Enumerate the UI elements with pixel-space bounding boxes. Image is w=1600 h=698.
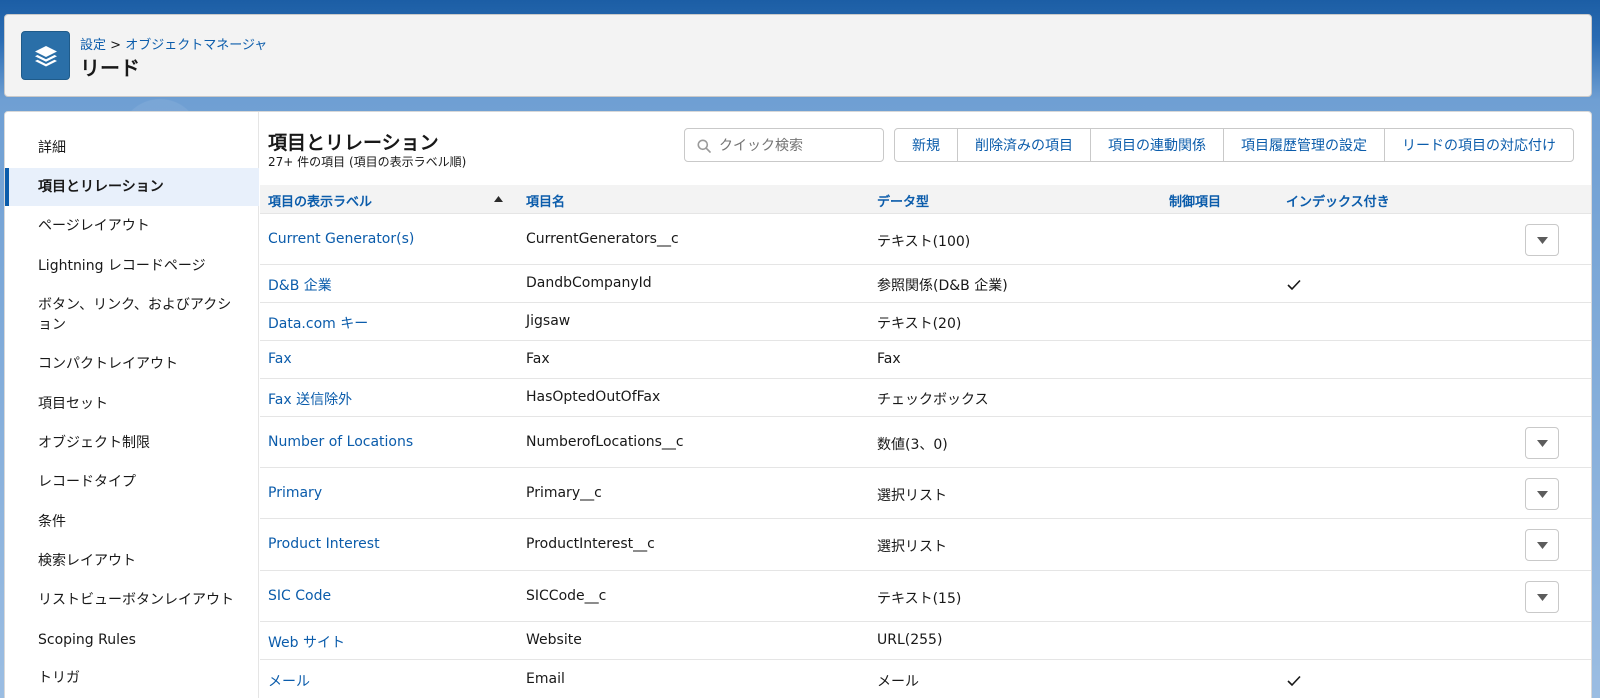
- table-row: Current Generator(s) CurrentGenerators__c…: [260, 214, 1591, 265]
- row-actions-button[interactable]: [1525, 427, 1559, 459]
- sidebar-item-buttons-links-actions[interactable]: ボタン、リンク、およびアクション: [5, 295, 259, 335]
- table-header: 項目の表示ラベル 項目名 データ型 制御項目 インデックス付き: [260, 185, 1591, 214]
- table-row: Primary Primary__c 選択リスト: [260, 468, 1591, 519]
- breadcrumb-separator: >: [110, 38, 122, 53]
- field-dependencies-button[interactable]: 項目の連動関係: [1091, 129, 1224, 161]
- sidebar: 詳細 項目とリレーション ページレイアウト Lightning レコードページ …: [5, 112, 259, 698]
- sidebar-item-compact-layouts[interactable]: コンパクトレイアウト: [5, 354, 259, 374]
- table-row: D&B 企業 DandbCompanyId 参照関係(D&B 企業): [260, 265, 1591, 303]
- page-header: 設定 > オブジェクトマネージャ リード: [4, 14, 1592, 97]
- field-data-type: Fax: [877, 351, 901, 367]
- field-data-type: URL(255): [877, 632, 943, 648]
- sidebar-item-list-view-button-layout[interactable]: リストビューボタンレイアウト: [5, 590, 259, 610]
- sidebar-item-scoping-rules[interactable]: Scoping Rules: [5, 630, 259, 650]
- chevron-down-icon: [1536, 236, 1548, 244]
- field-data-type: 参照関係(D&B 企業): [877, 278, 1008, 294]
- set-history-tracking-button[interactable]: 項目履歴管理の設定: [1224, 129, 1385, 161]
- field-api-name: Email: [526, 671, 565, 687]
- layers-icon: [21, 31, 70, 80]
- quick-search: [684, 128, 884, 162]
- sidebar-item-lightning-record-pages[interactable]: Lightning レコードページ: [5, 256, 259, 276]
- field-label-link[interactable]: D&B 企業: [268, 275, 332, 295]
- sidebar-item-triggers[interactable]: トリガ: [5, 668, 259, 688]
- field-label-link[interactable]: Primary: [268, 485, 322, 501]
- breadcrumb: 設定 > オブジェクトマネージャ: [80, 34, 267, 53]
- table-row: SIC Code SICCode__c テキスト(15): [260, 571, 1591, 622]
- field-data-type: 選択リスト: [877, 488, 947, 504]
- quick-search-input[interactable]: [719, 136, 879, 156]
- breadcrumb-object-manager-link[interactable]: オブジェクトマネージャ: [125, 38, 267, 53]
- fields-relationships-panel: 項目とリレーション 27+ 件の項目 (項目の表示ラベル順) 新規 削除済みの項…: [260, 112, 1591, 698]
- field-data-type: チェックボックス: [877, 392, 989, 408]
- field-api-name: HasOptedOutOfFax: [526, 389, 661, 405]
- field-label-link[interactable]: メール: [268, 671, 310, 691]
- field-label-link[interactable]: SIC Code: [268, 588, 331, 604]
- column-header-indexed[interactable]: インデックス付き: [1286, 191, 1390, 210]
- field-api-name: ProductInterest__c: [526, 536, 655, 552]
- sidebar-item-record-types[interactable]: レコードタイプ: [5, 472, 259, 492]
- field-api-name: SICCode__c: [526, 588, 607, 604]
- sidebar-item-details[interactable]: 詳細: [5, 138, 259, 158]
- field-data-type: メール: [877, 674, 919, 690]
- column-header-label[interactable]: 項目の表示ラベル: [268, 191, 372, 210]
- field-api-name: Jigsaw: [526, 313, 571, 329]
- field-label-link[interactable]: Fax 送信除外: [268, 389, 352, 409]
- chevron-down-icon: [1536, 541, 1548, 549]
- row-actions-button[interactable]: [1525, 529, 1559, 561]
- field-label-link[interactable]: Data.com キー: [268, 313, 368, 333]
- row-actions-button[interactable]: [1525, 478, 1559, 510]
- map-lead-fields-button[interactable]: リードの項目の対応付け: [1385, 129, 1573, 161]
- sidebar-item-fields-relationships[interactable]: 項目とリレーション: [5, 168, 259, 206]
- field-data-type: テキスト(100): [877, 234, 971, 250]
- check-icon: [1287, 279, 1301, 291]
- toolbar-button-group: 新規 削除済みの項目 項目の連動関係 項目履歴管理の設定 リードの項目の対応付け: [894, 128, 1574, 162]
- section-subtitle: 27+ 件の項目 (項目の表示ラベル順): [268, 155, 467, 169]
- sidebar-item-conditions[interactable]: 条件: [5, 512, 259, 532]
- field-data-type: 数値(3、0): [877, 437, 948, 453]
- check-icon: [1287, 675, 1301, 687]
- column-header-field-name[interactable]: 項目名: [526, 191, 565, 210]
- field-api-name: NumberofLocations__c: [526, 434, 684, 450]
- field-data-type: テキスト(20): [877, 316, 962, 332]
- page-title: リード: [80, 56, 140, 80]
- row-actions-button[interactable]: [1525, 224, 1559, 256]
- table-row: Fax Fax Fax: [260, 341, 1591, 379]
- new-button[interactable]: 新規: [895, 129, 958, 161]
- main-panel: 詳細 項目とリレーション ページレイアウト Lightning レコードページ …: [4, 111, 1592, 698]
- sort-ascending-icon: [494, 196, 503, 202]
- table-row: Product Interest ProductInterest__c 選択リスト: [260, 519, 1591, 571]
- sidebar-item-object-limits[interactable]: オブジェクト制限: [5, 433, 259, 453]
- table-row: Data.com キー Jigsaw テキスト(20): [260, 303, 1591, 341]
- field-api-name: Website: [526, 632, 582, 648]
- chevron-down-icon: [1536, 439, 1548, 447]
- field-data-type: 選択リスト: [877, 539, 947, 555]
- field-api-name: Primary__c: [526, 485, 602, 501]
- sidebar-item-field-sets[interactable]: 項目セット: [5, 394, 259, 414]
- table-row: Fax 送信除外 HasOptedOutOfFax チェックボックス: [260, 379, 1591, 417]
- chevron-down-icon: [1536, 490, 1548, 498]
- sidebar-item-page-layouts[interactable]: ページレイアウト: [5, 216, 259, 236]
- column-header-controlling-field[interactable]: 制御項目: [1169, 191, 1221, 210]
- field-api-name: CurrentGenerators__c: [526, 231, 679, 247]
- section-title: 項目とリレーション: [268, 132, 439, 154]
- field-api-name: DandbCompanyId: [526, 275, 652, 291]
- table-row: Web サイト Website URL(255): [260, 622, 1591, 660]
- field-label-link[interactable]: Product Interest: [268, 536, 380, 552]
- row-actions-button[interactable]: [1525, 581, 1559, 613]
- breadcrumb-setup-link[interactable]: 設定: [80, 38, 106, 53]
- field-label-link[interactable]: Number of Locations: [268, 434, 413, 450]
- field-label-link[interactable]: Web サイト: [268, 632, 345, 652]
- deleted-fields-button[interactable]: 削除済みの項目: [958, 129, 1091, 161]
- column-header-data-type[interactable]: データ型: [877, 191, 929, 210]
- chevron-down-icon: [1536, 593, 1548, 601]
- field-data-type: テキスト(15): [877, 591, 962, 607]
- field-label-link[interactable]: Fax: [268, 351, 292, 367]
- search-icon: [697, 139, 711, 153]
- table-row: Number of Locations NumberofLocations__c 数…: [260, 417, 1591, 468]
- field-label-link[interactable]: Current Generator(s): [268, 231, 414, 247]
- sidebar-item-search-layouts[interactable]: 検索レイアウト: [5, 551, 259, 571]
- field-api-name: Fax: [526, 351, 550, 367]
- table-row: メール Email メール: [260, 660, 1591, 698]
